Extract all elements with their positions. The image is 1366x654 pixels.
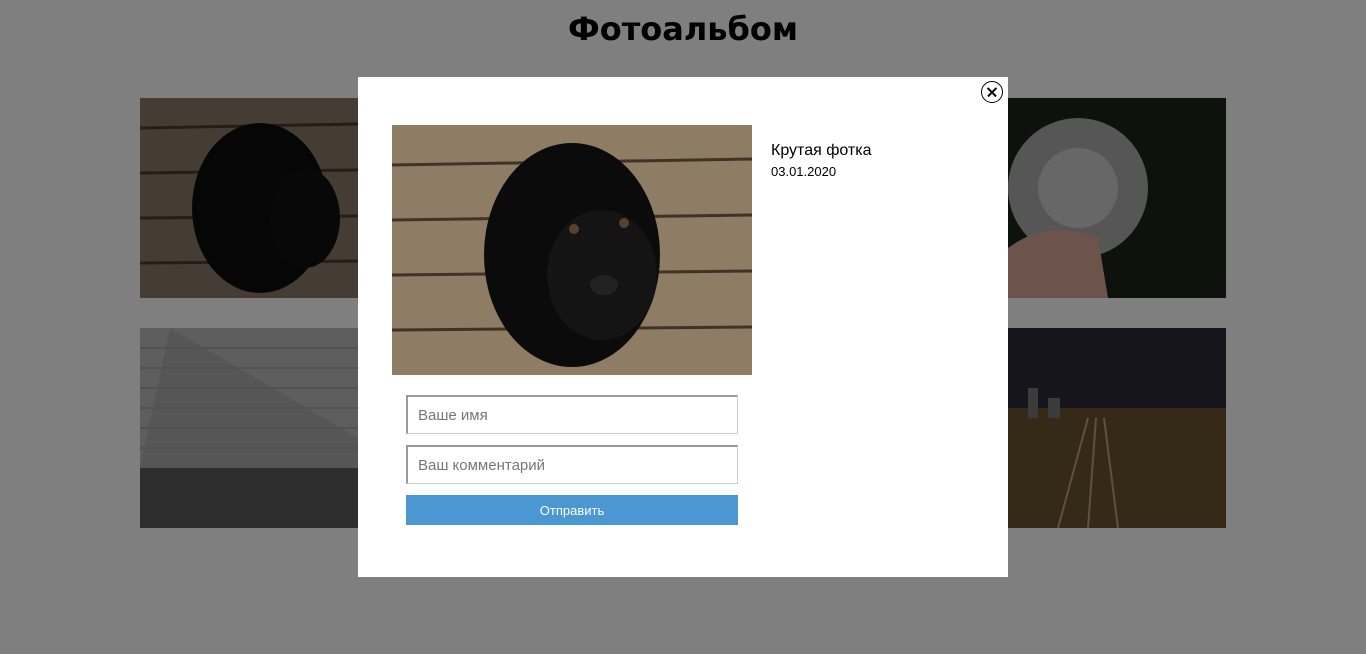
name-input[interactable] [406, 395, 738, 434]
photo-modal: Крутая фотка 03.01.2020 Отправить [358, 77, 1008, 577]
photo-album-page: Фотоальбом [0, 0, 1366, 654]
photo-title: Крутая фотка [771, 142, 872, 159]
photo-date: 03.01.2020 [771, 164, 837, 179]
comment-input[interactable] [406, 445, 738, 484]
close-icon[interactable] [981, 81, 1003, 103]
modal-photo-puppy [392, 125, 752, 375]
submit-button[interactable]: Отправить [406, 495, 738, 525]
